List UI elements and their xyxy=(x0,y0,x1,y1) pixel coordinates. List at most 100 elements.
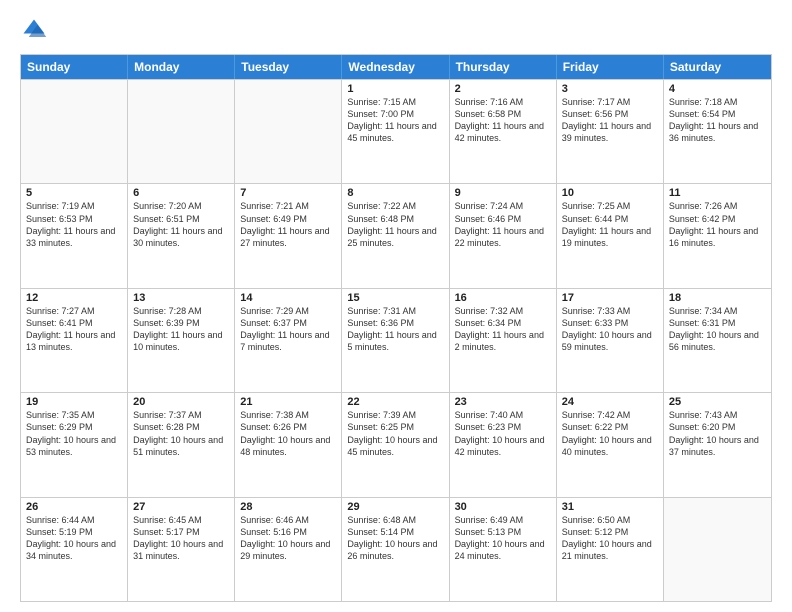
day-cell-21: 21Sunrise: 7:38 AM Sunset: 6:26 PM Dayli… xyxy=(235,393,342,496)
day-cell-15: 15Sunrise: 7:31 AM Sunset: 6:36 PM Dayli… xyxy=(342,289,449,392)
cell-info: Sunrise: 7:17 AM Sunset: 6:56 PM Dayligh… xyxy=(562,96,658,145)
day-cell-5: 5Sunrise: 7:19 AM Sunset: 6:53 PM Daylig… xyxy=(21,184,128,287)
day-cell-16: 16Sunrise: 7:32 AM Sunset: 6:34 PM Dayli… xyxy=(450,289,557,392)
day-cell-26: 26Sunrise: 6:44 AM Sunset: 5:19 PM Dayli… xyxy=(21,498,128,601)
week-row-2: 12Sunrise: 7:27 AM Sunset: 6:41 PM Dayli… xyxy=(21,288,771,392)
day-number: 31 xyxy=(562,501,658,513)
day-number: 9 xyxy=(455,187,551,199)
calendar: SundayMondayTuesdayWednesdayThursdayFrid… xyxy=(20,54,772,602)
cell-info: Sunrise: 7:26 AM Sunset: 6:42 PM Dayligh… xyxy=(669,200,766,249)
day-number: 20 xyxy=(133,396,229,408)
day-number: 17 xyxy=(562,292,658,304)
day-number: 23 xyxy=(455,396,551,408)
week-row-4: 26Sunrise: 6:44 AM Sunset: 5:19 PM Dayli… xyxy=(21,497,771,601)
logo xyxy=(20,16,52,44)
day-number: 13 xyxy=(133,292,229,304)
day-number: 3 xyxy=(562,83,658,95)
header-day-wednesday: Wednesday xyxy=(342,55,449,79)
day-cell-3: 3Sunrise: 7:17 AM Sunset: 6:56 PM Daylig… xyxy=(557,80,664,183)
day-number: 25 xyxy=(669,396,766,408)
cell-info: Sunrise: 7:42 AM Sunset: 6:22 PM Dayligh… xyxy=(562,409,658,458)
cell-info: Sunrise: 7:29 AM Sunset: 6:37 PM Dayligh… xyxy=(240,305,336,354)
logo-icon xyxy=(20,16,48,44)
empty-cell xyxy=(664,498,771,601)
day-cell-4: 4Sunrise: 7:18 AM Sunset: 6:54 PM Daylig… xyxy=(664,80,771,183)
day-number: 15 xyxy=(347,292,443,304)
day-cell-30: 30Sunrise: 6:49 AM Sunset: 5:13 PM Dayli… xyxy=(450,498,557,601)
day-number: 11 xyxy=(669,187,766,199)
day-number: 1 xyxy=(347,83,443,95)
day-cell-10: 10Sunrise: 7:25 AM Sunset: 6:44 PM Dayli… xyxy=(557,184,664,287)
day-cell-25: 25Sunrise: 7:43 AM Sunset: 6:20 PM Dayli… xyxy=(664,393,771,496)
day-cell-2: 2Sunrise: 7:16 AM Sunset: 6:58 PM Daylig… xyxy=(450,80,557,183)
cell-info: Sunrise: 6:49 AM Sunset: 5:13 PM Dayligh… xyxy=(455,514,551,563)
cell-info: Sunrise: 7:21 AM Sunset: 6:49 PM Dayligh… xyxy=(240,200,336,249)
day-number: 4 xyxy=(669,83,766,95)
day-cell-1: 1Sunrise: 7:15 AM Sunset: 7:00 PM Daylig… xyxy=(342,80,449,183)
header-day-friday: Friday xyxy=(557,55,664,79)
day-number: 14 xyxy=(240,292,336,304)
day-cell-27: 27Sunrise: 6:45 AM Sunset: 5:17 PM Dayli… xyxy=(128,498,235,601)
day-cell-31: 31Sunrise: 6:50 AM Sunset: 5:12 PM Dayli… xyxy=(557,498,664,601)
day-cell-11: 11Sunrise: 7:26 AM Sunset: 6:42 PM Dayli… xyxy=(664,184,771,287)
header xyxy=(20,16,772,44)
day-number: 24 xyxy=(562,396,658,408)
day-number: 19 xyxy=(26,396,122,408)
cell-info: Sunrise: 7:34 AM Sunset: 6:31 PM Dayligh… xyxy=(669,305,766,354)
header-day-sunday: Sunday xyxy=(21,55,128,79)
week-row-3: 19Sunrise: 7:35 AM Sunset: 6:29 PM Dayli… xyxy=(21,392,771,496)
empty-cell xyxy=(235,80,342,183)
cell-info: Sunrise: 7:19 AM Sunset: 6:53 PM Dayligh… xyxy=(26,200,122,249)
cell-info: Sunrise: 7:20 AM Sunset: 6:51 PM Dayligh… xyxy=(133,200,229,249)
calendar-body: 1Sunrise: 7:15 AM Sunset: 7:00 PM Daylig… xyxy=(21,79,771,601)
calendar-header: SundayMondayTuesdayWednesdayThursdayFrid… xyxy=(21,55,771,79)
day-cell-23: 23Sunrise: 7:40 AM Sunset: 6:23 PM Dayli… xyxy=(450,393,557,496)
day-cell-12: 12Sunrise: 7:27 AM Sunset: 6:41 PM Dayli… xyxy=(21,289,128,392)
day-number: 16 xyxy=(455,292,551,304)
cell-info: Sunrise: 7:22 AM Sunset: 6:48 PM Dayligh… xyxy=(347,200,443,249)
day-cell-28: 28Sunrise: 6:46 AM Sunset: 5:16 PM Dayli… xyxy=(235,498,342,601)
day-number: 5 xyxy=(26,187,122,199)
day-cell-22: 22Sunrise: 7:39 AM Sunset: 6:25 PM Dayli… xyxy=(342,393,449,496)
cell-info: Sunrise: 7:35 AM Sunset: 6:29 PM Dayligh… xyxy=(26,409,122,458)
day-cell-17: 17Sunrise: 7:33 AM Sunset: 6:33 PM Dayli… xyxy=(557,289,664,392)
page: SundayMondayTuesdayWednesdayThursdayFrid… xyxy=(0,0,792,612)
cell-info: Sunrise: 7:37 AM Sunset: 6:28 PM Dayligh… xyxy=(133,409,229,458)
cell-info: Sunrise: 7:40 AM Sunset: 6:23 PM Dayligh… xyxy=(455,409,551,458)
day-number: 22 xyxy=(347,396,443,408)
day-number: 29 xyxy=(347,501,443,513)
day-number: 7 xyxy=(240,187,336,199)
cell-info: Sunrise: 7:39 AM Sunset: 6:25 PM Dayligh… xyxy=(347,409,443,458)
day-number: 8 xyxy=(347,187,443,199)
cell-info: Sunrise: 6:45 AM Sunset: 5:17 PM Dayligh… xyxy=(133,514,229,563)
cell-info: Sunrise: 6:44 AM Sunset: 5:19 PM Dayligh… xyxy=(26,514,122,563)
week-row-0: 1Sunrise: 7:15 AM Sunset: 7:00 PM Daylig… xyxy=(21,79,771,183)
cell-info: Sunrise: 7:38 AM Sunset: 6:26 PM Dayligh… xyxy=(240,409,336,458)
day-number: 21 xyxy=(240,396,336,408)
header-day-thursday: Thursday xyxy=(450,55,557,79)
cell-info: Sunrise: 7:27 AM Sunset: 6:41 PM Dayligh… xyxy=(26,305,122,354)
day-number: 2 xyxy=(455,83,551,95)
cell-info: Sunrise: 7:31 AM Sunset: 6:36 PM Dayligh… xyxy=(347,305,443,354)
header-day-saturday: Saturday xyxy=(664,55,771,79)
cell-info: Sunrise: 7:25 AM Sunset: 6:44 PM Dayligh… xyxy=(562,200,658,249)
day-cell-18: 18Sunrise: 7:34 AM Sunset: 6:31 PM Dayli… xyxy=(664,289,771,392)
day-cell-29: 29Sunrise: 6:48 AM Sunset: 5:14 PM Dayli… xyxy=(342,498,449,601)
day-number: 26 xyxy=(26,501,122,513)
header-day-tuesday: Tuesday xyxy=(235,55,342,79)
cell-info: Sunrise: 7:15 AM Sunset: 7:00 PM Dayligh… xyxy=(347,96,443,145)
cell-info: Sunrise: 7:16 AM Sunset: 6:58 PM Dayligh… xyxy=(455,96,551,145)
day-number: 28 xyxy=(240,501,336,513)
cell-info: Sunrise: 7:28 AM Sunset: 6:39 PM Dayligh… xyxy=(133,305,229,354)
day-cell-24: 24Sunrise: 7:42 AM Sunset: 6:22 PM Dayli… xyxy=(557,393,664,496)
day-number: 10 xyxy=(562,187,658,199)
cell-info: Sunrise: 6:46 AM Sunset: 5:16 PM Dayligh… xyxy=(240,514,336,563)
day-number: 30 xyxy=(455,501,551,513)
day-number: 12 xyxy=(26,292,122,304)
day-cell-9: 9Sunrise: 7:24 AM Sunset: 6:46 PM Daylig… xyxy=(450,184,557,287)
day-cell-14: 14Sunrise: 7:29 AM Sunset: 6:37 PM Dayli… xyxy=(235,289,342,392)
cell-info: Sunrise: 7:43 AM Sunset: 6:20 PM Dayligh… xyxy=(669,409,766,458)
header-day-monday: Monday xyxy=(128,55,235,79)
day-cell-19: 19Sunrise: 7:35 AM Sunset: 6:29 PM Dayli… xyxy=(21,393,128,496)
cell-info: Sunrise: 6:50 AM Sunset: 5:12 PM Dayligh… xyxy=(562,514,658,563)
